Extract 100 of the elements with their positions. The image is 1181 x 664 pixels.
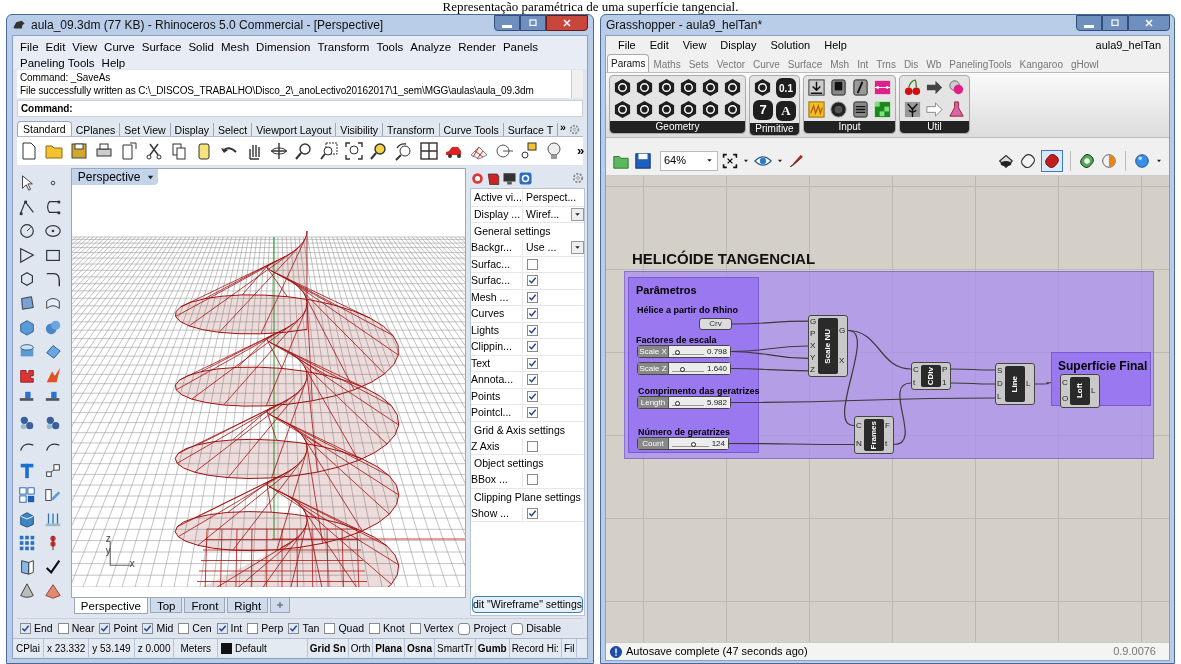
status-toggle[interactable]: Osna [405, 639, 435, 657]
flask-icon[interactable] [947, 100, 966, 119]
arrow-right-icon[interactable] [925, 78, 944, 97]
number-slider[interactable]: Count 124 [637, 437, 729, 450]
menu-item[interactable]: View [69, 39, 101, 55]
scrollbar[interactable] [571, 70, 583, 98]
squares-icon[interactable] [18, 486, 36, 504]
command-input[interactable]: Command: [17, 100, 583, 117]
menu-item[interactable]: Transform [314, 39, 373, 55]
checkbox[interactable] [527, 507, 538, 519]
checkbox[interactable] [527, 390, 538, 402]
hexagon-icon[interactable] [723, 100, 742, 119]
cube-icon[interactable] [18, 318, 36, 336]
scale-icon[interactable] [43, 462, 62, 480]
checkmark-icon[interactable] [43, 558, 62, 576]
circle-point-icon[interactable] [494, 141, 514, 161]
menu-item[interactable]: Mesh [218, 39, 253, 55]
minimize-button[interactable] [494, 15, 520, 31]
book-icon[interactable] [486, 170, 501, 186]
checkbox[interactable] [527, 440, 538, 452]
light-bulb-icon[interactable] [544, 141, 564, 161]
checker-icon[interactable] [873, 100, 892, 119]
ribbon-tab[interactable]: Maths [649, 56, 685, 72]
checkbox[interactable] [527, 374, 538, 386]
toggle-icon[interactable] [829, 78, 848, 97]
viewport-tab[interactable]: Right [227, 598, 269, 613]
viewport-title[interactable]: Perspective [71, 169, 158, 185]
checkbox[interactable] [527, 324, 538, 336]
checkbox[interactable] [142, 623, 154, 634]
checkbox[interactable] [324, 623, 336, 634]
panel-label[interactable]: Primitive [750, 123, 799, 135]
ribbon-tab[interactable]: Msh [826, 56, 854, 72]
ribbon-tab[interactable]: Int [853, 56, 873, 72]
download-icon[interactable] [807, 78, 826, 97]
param-button[interactable]: 7 [753, 100, 773, 120]
ribbon-tab[interactable]: Vector [712, 56, 750, 72]
hexagon-icon[interactable] [635, 78, 654, 97]
menu-item[interactable]: Help [818, 36, 853, 54]
hexagon-icon[interactable] [613, 78, 632, 97]
circles-icon[interactable] [18, 414, 36, 432]
checkbox[interactable] [527, 275, 538, 287]
ribbon-tab[interactable]: Kangaroo [1015, 56, 1067, 72]
hexagon-icon[interactable] [657, 78, 676, 97]
canvas[interactable] [606, 176, 1169, 642]
spheres-icon[interactable] [43, 318, 62, 336]
status-toggle[interactable]: Gumb [475, 639, 510, 657]
hexagon-icon[interactable] [613, 100, 632, 119]
dots-grid-icon[interactable] [18, 534, 36, 552]
rotate-view-icon[interactable] [394, 141, 414, 161]
param-button[interactable]: A [776, 101, 796, 121]
squiggle-icon[interactable] [807, 100, 826, 119]
hexagon-icon[interactable] [679, 78, 698, 97]
checkbox[interactable] [527, 341, 538, 353]
checkbox[interactable] [288, 623, 300, 634]
zoom-icon[interactable] [294, 141, 314, 161]
cone-icon[interactable] [18, 582, 36, 600]
fit-frame-icon[interactable] [722, 152, 738, 169]
slider-knob[interactable] [675, 401, 681, 406]
ring-icon[interactable] [470, 170, 485, 186]
status-toggle[interactable]: SmartTr [435, 639, 476, 657]
hexagon-icon[interactable] [635, 100, 654, 119]
ribbon-tab[interactable]: Trns [872, 56, 900, 72]
slider-knob[interactable] [675, 350, 681, 355]
zoom-extents-icon[interactable] [344, 141, 364, 161]
panel-label[interactable]: Util [900, 121, 969, 133]
menu-item[interactable]: Tools [373, 39, 407, 55]
gear-icon[interactable] [571, 171, 585, 185]
hexagon-icon[interactable] [753, 78, 772, 97]
shapes-icon[interactable] [519, 141, 539, 161]
round-button-icon[interactable] [829, 100, 848, 119]
toolbar-tab[interactable]: Standard [17, 121, 72, 136]
dropdown-button[interactable] [571, 207, 584, 221]
status-toggle[interactable]: Grid Sn [307, 639, 349, 657]
viewport-tab[interactable]: Perspective [73, 598, 148, 614]
panel-label[interactable]: Input [804, 121, 895, 133]
cherries-icon[interactable] [903, 78, 922, 97]
ribbon-tab[interactable]: Wb [922, 56, 946, 72]
ribbon-tab[interactable]: Sets [684, 56, 713, 72]
patch-icon[interactable] [43, 342, 62, 360]
checkbox[interactable] [216, 623, 228, 634]
menu-item[interactable]: Edit [643, 36, 675, 54]
hexagon-icon[interactable] [701, 78, 720, 97]
menu-item[interactable]: Display [714, 36, 763, 54]
brush-icon[interactable] [788, 152, 804, 169]
ribbon-tab[interactable]: Curve [749, 56, 784, 72]
menu-item[interactable]: Panels [499, 39, 542, 55]
checkbox[interactable] [527, 291, 538, 303]
menu-item[interactable]: File [612, 36, 642, 54]
dropdown-button[interactable] [571, 241, 584, 255]
close-button[interactable] [1128, 15, 1170, 31]
number-slider[interactable]: Length 5.982 [637, 396, 731, 409]
checkbox[interactable] [57, 623, 69, 634]
status-toggle[interactable]: Record Hi: [509, 639, 562, 657]
pencil-icon[interactable] [43, 486, 62, 504]
checkbox[interactable] [527, 474, 538, 486]
ellipse-icon[interactable] [43, 222, 62, 240]
more-tools-button[interactable]: » [577, 141, 585, 161]
status-toggle[interactable]: Orth [348, 639, 374, 657]
maximize-button[interactable] [520, 15, 546, 31]
sphere-icon[interactable] [1133, 151, 1151, 170]
